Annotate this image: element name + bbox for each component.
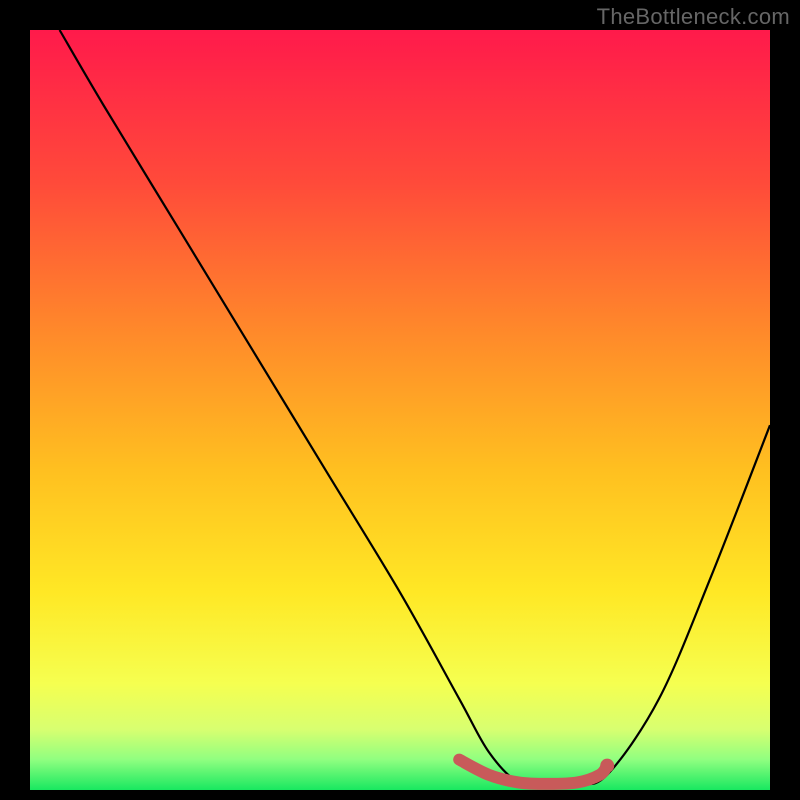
plot-area bbox=[30, 30, 770, 790]
bottleneck-chart bbox=[0, 0, 800, 800]
watermark-text: TheBottleneck.com bbox=[597, 4, 790, 30]
chart-container: TheBottleneck.com bbox=[0, 0, 800, 800]
optimal-point-dot bbox=[600, 759, 614, 773]
